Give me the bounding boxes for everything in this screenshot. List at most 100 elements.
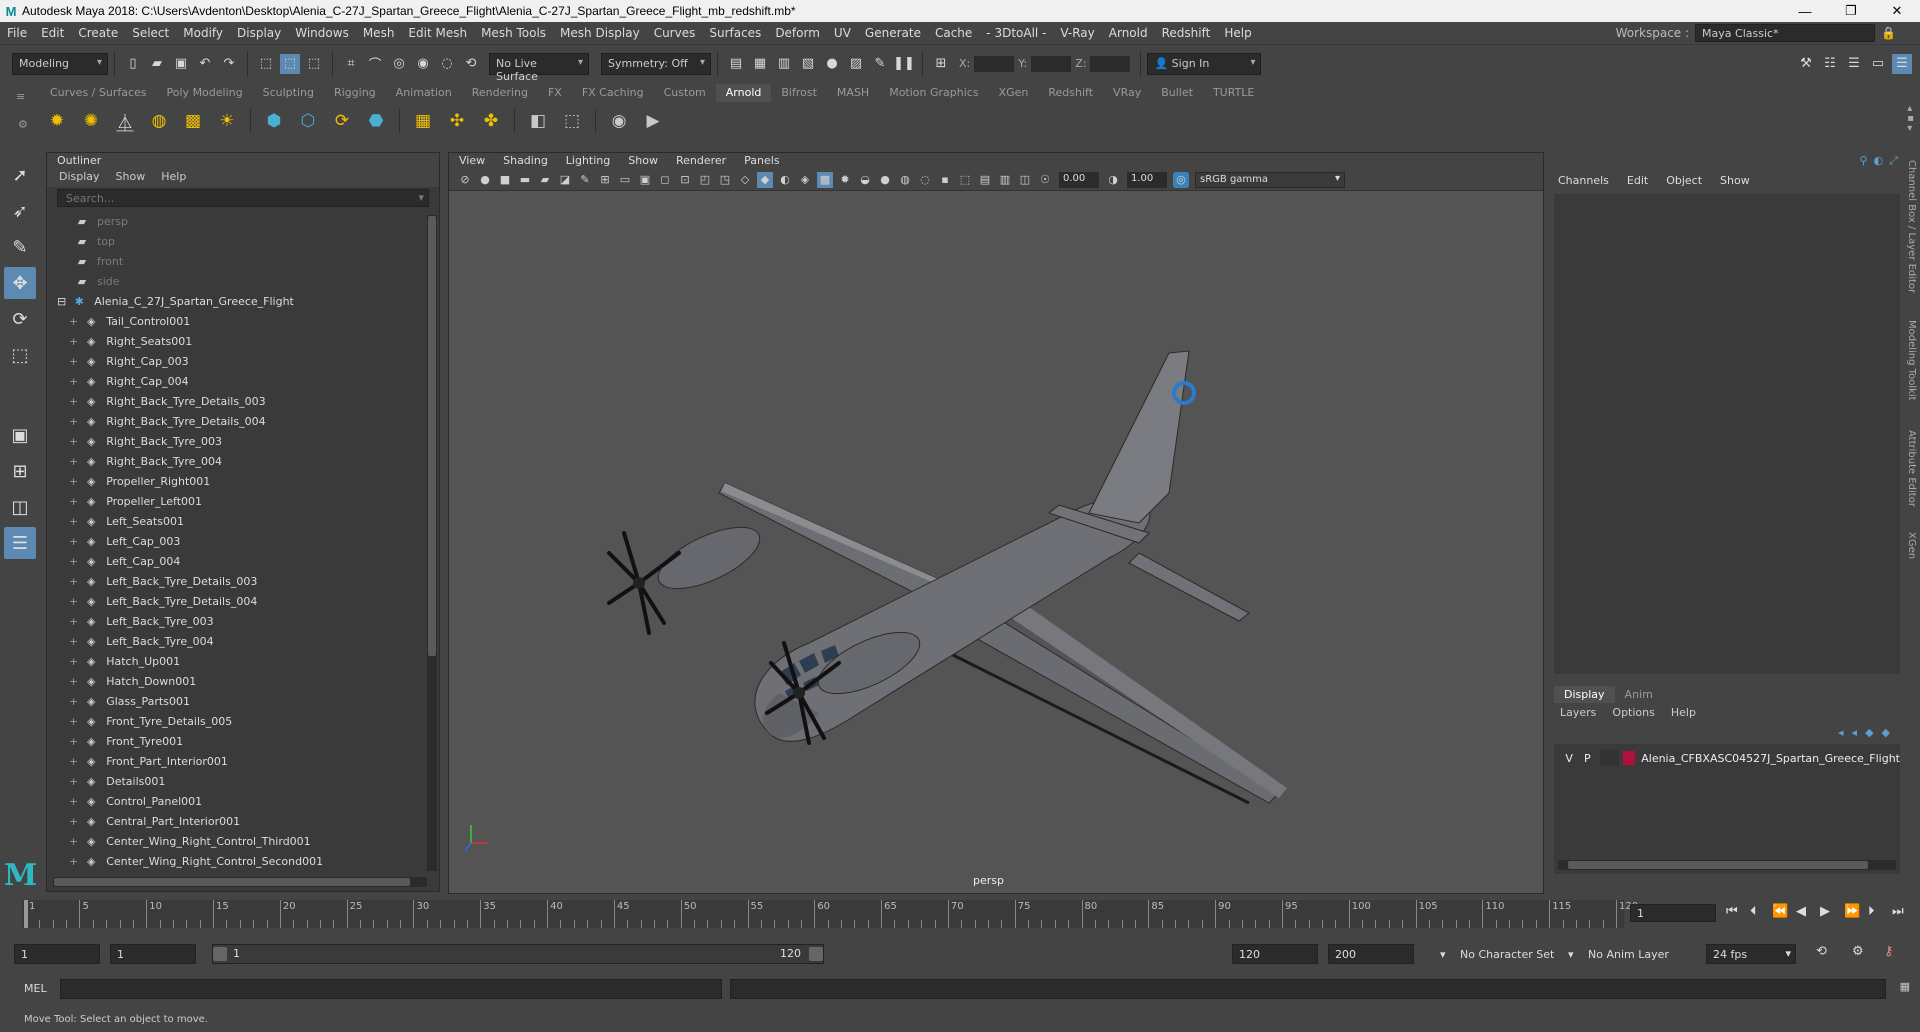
default-material-icon[interactable]: ◐ (777, 172, 793, 188)
loop-icon[interactable]: ⟲ (1816, 944, 1827, 959)
render-settings-icon[interactable]: ▧ (798, 54, 818, 74)
outliner-mesh-item[interactable]: + ◈ Right_Cap_003 (47, 351, 439, 371)
viewport-menu-renderer[interactable]: Renderer (676, 154, 726, 168)
expand-icon[interactable]: + (69, 455, 78, 468)
side-tab-modeling-toolkit[interactable]: Modeling Toolkit (1906, 320, 1917, 401)
expand-icon[interactable]: + (69, 695, 78, 708)
flush-cache-icon[interactable]: ⬣ (362, 107, 390, 135)
viewport-menu-shading[interactable]: Shading (503, 154, 548, 168)
viewport-panel[interactable]: View Shading Lighting Show Renderer Panels ⊘ … (448, 152, 1544, 894)
range-end-handle[interactable] (809, 947, 823, 961)
fps-dropdown[interactable]: 24 fps ▾ (1706, 944, 1796, 964)
gamma-field[interactable]: 1.00 (1127, 171, 1167, 188)
open-scene-icon[interactable]: ▰ (147, 54, 167, 74)
outliner-mesh-item[interactable]: + ◈ Glass_Parts001 (47, 691, 439, 711)
animation-start-field[interactable]: 1 (110, 944, 196, 964)
outliner-search-input[interactable]: Search... ▾ (57, 189, 429, 207)
snap-view-icon[interactable]: ◉ (413, 54, 433, 74)
expand-icon[interactable]: + (69, 535, 78, 548)
render-frame-icon[interactable]: ▦ (750, 54, 770, 74)
standin-icon[interactable]: ⬢ (260, 107, 288, 135)
expand-icon[interactable]: + (69, 415, 78, 428)
outliner-mesh-item[interactable]: + ◈ Left_Back_Tyre_004 (47, 631, 439, 651)
shelf-menu-icon[interactable]: ≡ (16, 90, 25, 103)
outliner-mesh-item[interactable]: + ◈ Propeller_Left001 (47, 491, 439, 511)
mel-input[interactable] (60, 979, 722, 999)
menu-mesh[interactable]: Mesh (356, 26, 402, 40)
shelf-tab-bullet[interactable]: Bullet (1151, 84, 1203, 102)
outliner-mesh-item[interactable]: + ◈ Center_Wing_Right_Control_Third001 (47, 831, 439, 851)
maximize-button[interactable]: ❐ (1828, 0, 1874, 22)
step-forward-key-icon[interactable]: ⏩ (1844, 904, 1860, 919)
step-forward-frame-icon[interactable]: ⏵ (1868, 904, 1875, 919)
channel-box-icon[interactable]: ☰ (1892, 53, 1912, 74)
range-slider-bar[interactable]: 1 120 (212, 944, 824, 964)
shelf-tab-poly-modeling[interactable]: Poly Modeling (157, 84, 253, 102)
expand-icon[interactable]: + (69, 815, 78, 828)
expand-icon[interactable]: + (69, 675, 78, 688)
outliner-menu-help[interactable]: Help (161, 170, 186, 186)
menu-3dtoall[interactable]: - 3DtoAll - (979, 26, 1053, 40)
new-layer-selected-icon[interactable]: ◆ (1865, 726, 1873, 739)
outliner-mesh-item[interactable]: + ◈ Propeller_Right001 (47, 471, 439, 491)
current-time-indicator[interactable] (24, 900, 28, 928)
menu-windows[interactable]: Windows (288, 26, 356, 40)
viewport-menu-panels[interactable]: Panels (744, 154, 779, 168)
expand-icon[interactable]: + (69, 315, 78, 328)
bookmark-icon[interactable]: ▬ (517, 172, 533, 188)
x-field[interactable] (974, 55, 1015, 72)
attribute-editor-icon[interactable]: ☰ (1844, 54, 1864, 74)
menu-v-ray[interactable]: V-Ray (1053, 26, 1101, 40)
layer-horizontal-scrollbar[interactable] (1558, 860, 1896, 870)
channel-box-area[interactable] (1554, 194, 1900, 674)
menu-create[interactable]: Create (71, 26, 125, 40)
outliner-mesh-item[interactable]: + ◈ Center_Wing_Right_Control_Second001 (47, 851, 439, 871)
close-button[interactable]: ✕ (1874, 0, 1920, 22)
expand-icon[interactable]: + (69, 775, 78, 788)
end-time-field[interactable]: 120 (1232, 944, 1318, 964)
new-scene-icon[interactable]: ▯ (123, 54, 143, 74)
outliner-mesh-item[interactable]: + ◈ Hatch_Up001 (47, 651, 439, 671)
outliner-menu-display[interactable]: Display (59, 170, 100, 186)
menu-generate[interactable]: Generate (858, 26, 928, 40)
shadows-icon[interactable]: ◒ (857, 172, 873, 188)
screen-space-ao-icon[interactable]: ● (877, 172, 893, 188)
viewport-menu-lighting[interactable]: Lighting (566, 154, 610, 168)
layer-color-swatch[interactable] (1622, 751, 1636, 765)
expand-icon[interactable]: + (69, 435, 78, 448)
layer-menu-help[interactable]: Help (1671, 706, 1696, 719)
expand-icon[interactable]: + (69, 475, 78, 488)
shelf-tab-vray[interactable]: VRay (1103, 84, 1151, 102)
gamma-icon[interactable]: ◑ (1105, 172, 1121, 188)
camera-attributes-icon[interactable]: ■ (497, 172, 513, 188)
viewport-menu-view[interactable]: View (459, 154, 485, 168)
live-surface-dropdown[interactable]: No Live Surface (489, 52, 589, 83)
lock-camera-icon[interactable]: ● (477, 172, 493, 188)
two-panes-layout-icon[interactable]: ◫ (4, 491, 36, 523)
outliner-vertical-scrollbar[interactable] (427, 215, 437, 871)
symmetry-dropdown[interactable]: Symmetry: Off (601, 52, 711, 75)
xray-joints-icon[interactable]: ▥ (997, 172, 1013, 188)
side-tab-attribute-editor[interactable]: Attribute Editor (1906, 430, 1917, 507)
menu-surfaces[interactable]: Surfaces (702, 26, 768, 40)
channel-menu-object[interactable]: Object (1666, 174, 1702, 187)
expand-icon[interactable]: + (69, 835, 78, 848)
area-light-icon[interactable]: ✹ (43, 107, 71, 135)
outliner-menu-show[interactable]: Show (116, 170, 146, 186)
render-icon[interactable]: ⬚ (558, 107, 586, 135)
select-component-icon[interactable]: ⬚ (304, 54, 324, 74)
outliner-camera-item[interactable]: ▰ persp (47, 211, 439, 231)
minimize-button[interactable]: — (1782, 0, 1828, 22)
chevron-down-icon[interactable]: ▾ (1440, 948, 1446, 961)
layer-display-type[interactable] (1600, 750, 1619, 766)
outliner-mesh-item[interactable]: + ◈ Right_Cap_004 (47, 371, 439, 391)
mode-dropdown[interactable]: Modeling (12, 52, 108, 75)
point-light-icon[interactable]: ✺ (77, 107, 105, 135)
outliner-mesh-item[interactable]: + ◈ Right_Back_Tyre_004 (47, 451, 439, 471)
shelf-tab-bifrost[interactable]: Bifrost (771, 84, 827, 102)
layer-row[interactable]: V P Alenia_CFBXASC04527J_Spartan_Greece_… (1554, 748, 1900, 768)
side-tab-xgen[interactable]: XGen (1906, 532, 1917, 559)
render-view-eye-icon[interactable]: ◉ (605, 107, 633, 135)
snap-live-icon[interactable]: ⟲ (461, 54, 481, 74)
image-plane-icon[interactable]: ▰ (537, 172, 553, 188)
